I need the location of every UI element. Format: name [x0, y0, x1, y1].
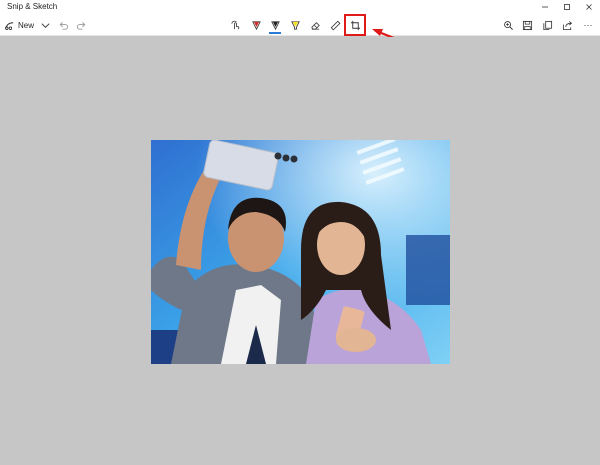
new-options-button[interactable] — [38, 16, 52, 34]
undo-button[interactable] — [56, 16, 70, 34]
new-snip-button[interactable]: New — [4, 16, 34, 34]
snip-image[interactable] — [151, 140, 450, 364]
ruler-icon — [330, 20, 340, 30]
undo-icon — [59, 21, 68, 30]
zoom-button[interactable] — [500, 16, 516, 34]
highlighter-icon — [290, 20, 300, 30]
close-button[interactable] — [578, 0, 600, 14]
save-button[interactable] — [519, 16, 535, 34]
redo-icon — [76, 21, 85, 30]
minimize-button[interactable] — [534, 0, 556, 14]
ballpoint-pen-button[interactable] — [248, 16, 264, 34]
ballpoint-pen-icon — [251, 20, 261, 30]
new-label: New — [18, 20, 35, 30]
chevron-down-icon — [41, 22, 49, 28]
maximize-icon — [564, 4, 570, 10]
more-options-button[interactable]: ··· — [580, 16, 596, 34]
zoom-icon — [503, 20, 513, 30]
share-icon — [562, 20, 572, 30]
touch-writing-button[interactable] — [227, 16, 243, 34]
minimize-icon — [542, 6, 548, 8]
touch-writing-icon — [230, 20, 239, 29]
highlighter-button[interactable] — [287, 16, 303, 34]
pencil-button[interactable] — [267, 16, 283, 34]
more-icon: ··· — [583, 20, 593, 30]
maximize-button[interactable] — [556, 0, 578, 14]
share-button[interactable] — [559, 16, 575, 34]
title-bar: Snip & Sketch — [0, 0, 600, 14]
copy-button[interactable] — [539, 16, 555, 34]
pencil-icon — [270, 20, 280, 30]
close-icon — [586, 4, 592, 10]
toolbar: New ··· — [0, 14, 600, 36]
eraser-icon — [310, 21, 320, 30]
snip-icon — [5, 21, 14, 30]
selected-tool-indicator — [269, 32, 281, 34]
redo-button[interactable] — [74, 16, 88, 34]
selfie-photo — [151, 140, 450, 364]
eraser-button[interactable] — [307, 16, 323, 34]
copy-icon — [542, 20, 552, 30]
save-icon — [522, 20, 532, 30]
ruler-button[interactable] — [327, 16, 343, 34]
app-title: Snip & Sketch — [7, 2, 58, 11]
